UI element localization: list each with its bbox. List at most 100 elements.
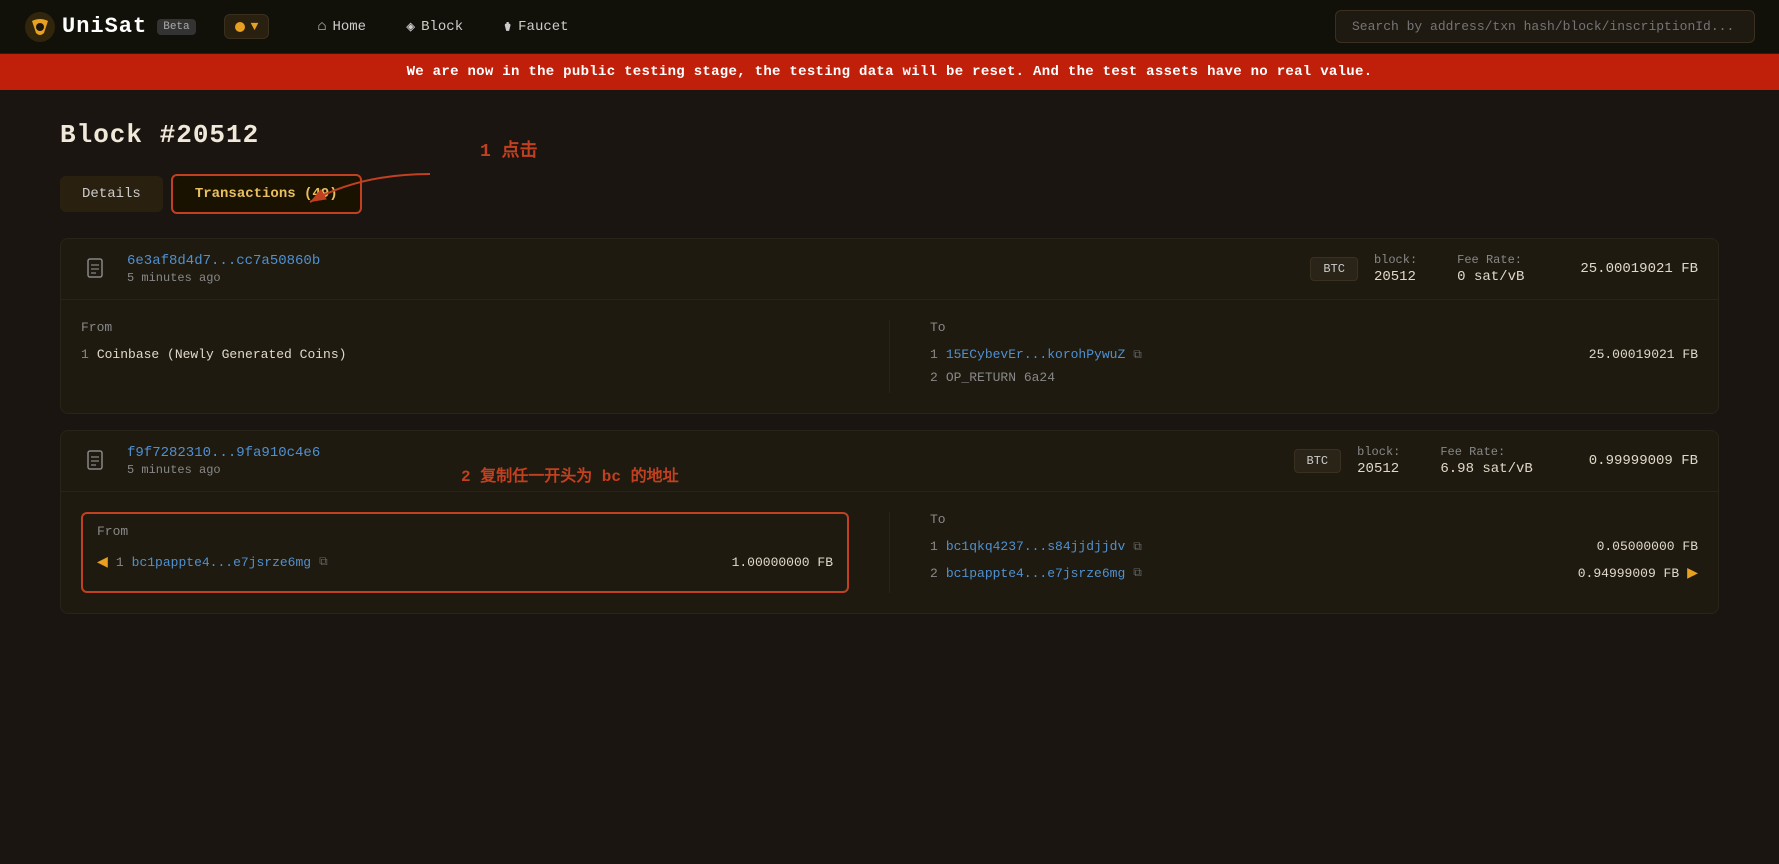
tx-time-2: 5 minutes ago — [127, 463, 1278, 477]
block-link[interactable]: ◈ Block — [386, 9, 483, 44]
annotation-1: 1 点击 — [480, 136, 538, 162]
tx-to-entry-2-1: 2 bc1pappte4...e7jsrze6mg ⧉ 0.94999009 F… — [930, 562, 1698, 584]
faucet-label: Faucet — [518, 19, 568, 35]
tx-to-1: To 1 15ECybevEr...korohPywuZ ⧉ 25.000190… — [930, 320, 1698, 393]
tabs-row: Details Transactions (49) 1 点击 — [60, 174, 1719, 214]
page-title: Block #20512 — [60, 120, 1719, 150]
faucet-icon: ⚱ — [503, 17, 512, 36]
tx-doc-icon-1 — [81, 254, 111, 284]
tx-block-1: block: 20512 — [1374, 253, 1417, 285]
tx-to-2: To 1 bc1qkq4237...s84jjdjjdv ⧉ 0.0500000… — [930, 512, 1698, 593]
annotation-arrow — [300, 164, 440, 219]
tx-info-1: 6e3af8d4d7...cc7a50860b 5 minutes ago — [127, 253, 1294, 285]
copy-icon-to-2-1[interactable]: ⧉ — [1133, 566, 1142, 580]
annotation-1-text: 1 点击 — [480, 136, 538, 162]
tx-feerate-2: Fee Rate: 6.98 sat/vB — [1440, 445, 1532, 477]
nav-links: ⌂ Home ◈ Block ⚱ Faucet — [297, 9, 588, 44]
tx-to-addr-2-1[interactable]: bc1pappte4...e7jsrze6mg — [946, 566, 1125, 581]
tx-badge-2: BTC — [1294, 449, 1342, 473]
logo[interactable]: UniSat Beta — [24, 11, 196, 43]
tx-time-1: 5 minutes ago — [127, 271, 1294, 285]
tx-from-entry-2-0: ◀ 1 bc1pappte4...e7jsrze6mg ⧉ 1.00000000… — [97, 551, 833, 573]
banner-text: We are now in the public testing stage, … — [407, 64, 1373, 80]
network-selector[interactable]: ▼ — [224, 14, 270, 39]
tx-to-num-1-0: 1 — [930, 347, 938, 362]
home-icon: ⌂ — [317, 18, 326, 35]
tx-from-num-2-0: 1 — [116, 555, 124, 570]
tx-meta-1: block: 20512 Fee Rate: 0 sat/vB — [1374, 253, 1524, 285]
annotation-2-text: 2 复制任一开头为 bc 的地址 — [461, 468, 679, 486]
tx-from-label-1: From — [81, 320, 849, 335]
tx-feerate-label-1: Fee Rate: — [1457, 253, 1522, 267]
search-input[interactable] — [1335, 10, 1755, 43]
tx-feerate-label-2: Fee Rate: — [1440, 445, 1505, 459]
tx-divider-1 — [889, 320, 890, 393]
tx-to-left-1-1: 2 OP_RETURN 6a24 — [930, 370, 1055, 385]
tx-from-amount-2-0: 1.00000000 FB — [732, 555, 833, 570]
tx-body-2: 2 复制任一开头为 bc 的地址 From ◀ 1 bc1pappte4...e… — [61, 492, 1718, 613]
home-link[interactable]: ⌂ Home — [297, 10, 386, 43]
tx-to-label-1: To — [930, 320, 1698, 335]
tx-doc-icon-2 — [81, 446, 111, 476]
left-arrow-icon: ◀ — [97, 551, 108, 573]
tx-block-value-1: 20512 — [1374, 269, 1416, 285]
network-label: ▼ — [251, 19, 259, 34]
tx-coinbase-text: Coinbase (Newly Generated Coins) — [97, 347, 347, 362]
tx-amount-2: 0.99999009 FB — [1589, 453, 1698, 469]
tx-from-1: From 1 Coinbase (Newly Generated Coins) — [81, 320, 849, 393]
tx-from-addr-2-0[interactable]: bc1pappte4...e7jsrze6mg — [132, 555, 311, 570]
tx-hash-2[interactable]: f9f7282310...9fa910c4e6 — [127, 445, 320, 461]
tx-feerate-1: Fee Rate: 0 sat/vB — [1457, 253, 1524, 285]
tx-meta-2: block: 20512 Fee Rate: 6.98 sat/vB — [1357, 445, 1533, 477]
copy-icon-1-0[interactable]: ⧉ — [1133, 348, 1142, 362]
tx-to-left-2-0: 1 bc1qkq4237...s84jjdjjdv ⧉ — [930, 539, 1142, 554]
navbar: UniSat Beta ▼ ⌂ Home ◈ Block ⚱ Faucet — [0, 0, 1779, 54]
tx-block-label-1: block: — [1374, 253, 1417, 267]
beta-badge: Beta — [157, 19, 195, 35]
tx-block-value-2: 20512 — [1357, 461, 1399, 477]
unisat-logo-icon — [24, 11, 56, 43]
tx-to-addr-1-0[interactable]: 15ECybevEr...korohPywuZ — [946, 347, 1125, 362]
tx-body-1: From 1 Coinbase (Newly Generated Coins) … — [61, 300, 1718, 413]
tx-info-2: f9f7282310...9fa910c4e6 5 minutes ago — [127, 445, 1278, 477]
tx-to-left-1-0: 1 15ECybevEr...korohPywuZ ⧉ — [930, 347, 1142, 362]
tx-hash-1[interactable]: 6e3af8d4d7...cc7a50860b — [127, 253, 320, 269]
tx-to-label-2: To — [930, 512, 1698, 527]
tx-divider-2 — [889, 512, 890, 593]
copy-icon-to-2-0[interactable]: ⧉ — [1133, 540, 1142, 554]
tx-from-label-2: From — [97, 524, 833, 539]
tx-to-amount-2-0: 0.05000000 FB — [1597, 539, 1698, 554]
tx-block-label-2: block: — [1357, 445, 1400, 459]
tx-header-1: 6e3af8d4d7...cc7a50860b 5 minutes ago BT… — [61, 239, 1718, 300]
tx-to-entry-2-0: 1 bc1qkq4237...s84jjdjjdv ⧉ 0.05000000 F… — [930, 539, 1698, 554]
block-label: Block — [421, 19, 463, 35]
network-dot — [235, 22, 245, 32]
faucet-link[interactable]: ⚱ Faucet — [483, 9, 588, 44]
logo-text: UniSat — [62, 14, 147, 39]
tx-to-addr-2-0[interactable]: bc1qkq4237...s84jjdjjdv — [946, 539, 1125, 554]
tx-from-highlight-2: From ◀ 1 bc1pappte4...e7jsrze6mg ⧉ 1.000… — [81, 512, 849, 593]
tx-to-left-2-1: 2 bc1pappte4...e7jsrze6mg ⧉ — [930, 566, 1142, 581]
tx-header-2: f9f7282310...9fa910c4e6 5 minutes ago BT… — [61, 431, 1718, 492]
tx-feerate-value-1: 0 sat/vB — [1457, 269, 1524, 285]
main-content: Block #20512 Details Transactions (49) 1… — [0, 90, 1779, 660]
transaction-card-1: 6e3af8d4d7...cc7a50860b 5 minutes ago BT… — [60, 238, 1719, 414]
arrow-svg — [300, 164, 440, 214]
block-icon: ◈ — [406, 17, 415, 36]
tab-details[interactable]: Details — [60, 176, 163, 212]
tx-to-amount-2-1: 0.94999009 FB — [1578, 566, 1679, 581]
transaction-card-2: f9f7282310...9fa910c4e6 5 minutes ago BT… — [60, 430, 1719, 614]
tx-from-num-1-0: 1 — [81, 347, 89, 362]
annotation-2: 2 复制任一开头为 bc 的地址 — [461, 462, 679, 486]
home-label: Home — [332, 19, 366, 35]
tx-to-amount-1-0: 25.00019021 FB — [1589, 347, 1698, 362]
tx-to-num-1-1: 2 — [930, 370, 938, 385]
copy-icon-from-2-0[interactable]: ⧉ — [319, 555, 328, 569]
tx-to-entry-1-0: 1 15ECybevEr...korohPywuZ ⧉ 25.00019021 … — [930, 347, 1698, 362]
right-arrow-icon: ▶ — [1687, 562, 1698, 584]
tx-block-2: block: 20512 — [1357, 445, 1400, 477]
tx-amount-1: 25.00019021 FB — [1580, 261, 1698, 277]
tx-to-amount-row-2-1: 0.94999009 FB ▶ — [1578, 562, 1698, 584]
tx-badge-1: BTC — [1310, 257, 1358, 281]
tx-from-2: From ◀ 1 bc1pappte4...e7jsrze6mg ⧉ 1.000… — [81, 512, 849, 593]
